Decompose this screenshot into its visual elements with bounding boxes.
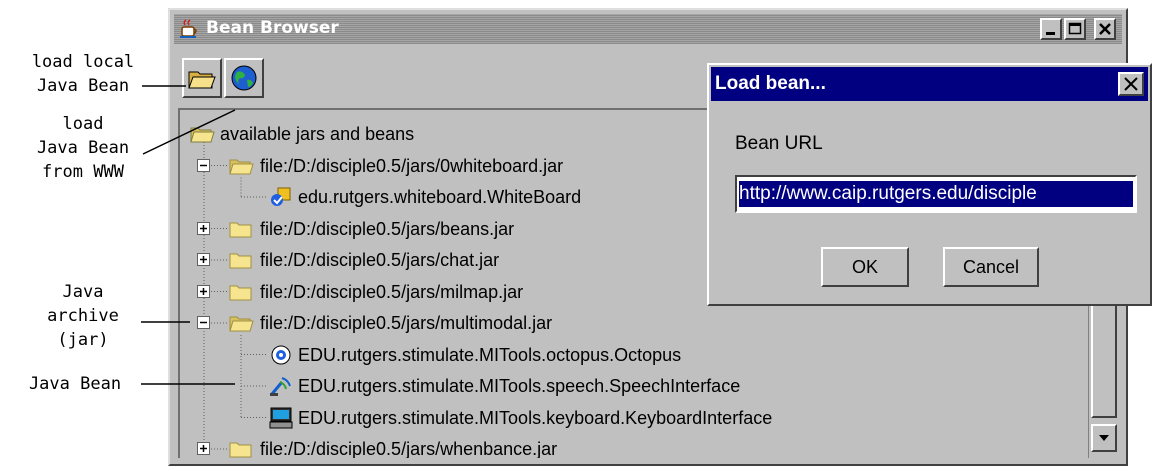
annotation-leader-lines bbox=[141, 85, 236, 385]
